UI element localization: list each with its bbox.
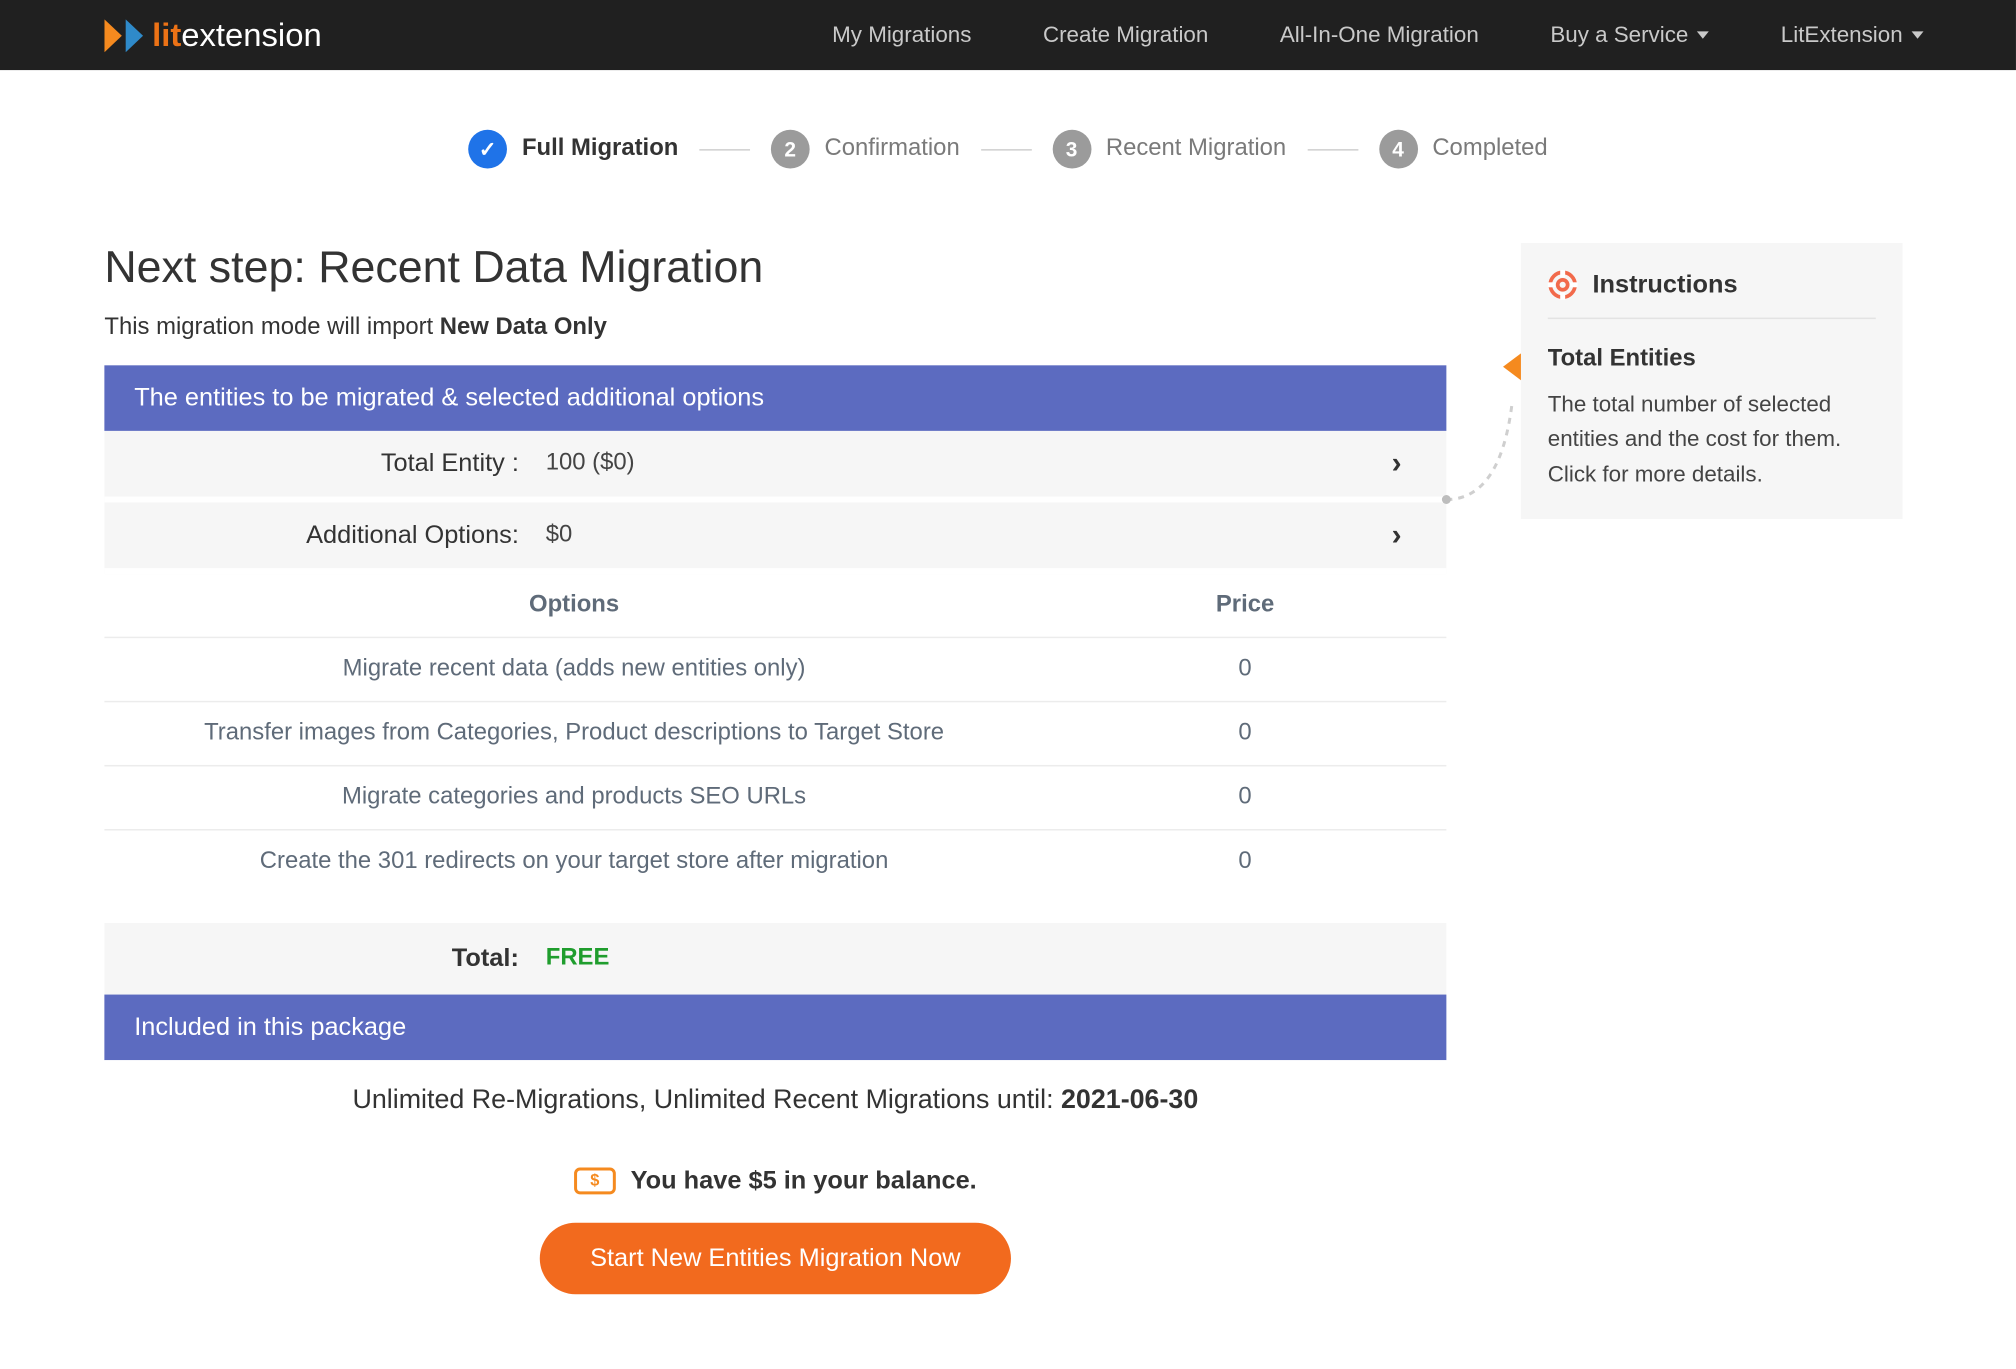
nav-buy-service[interactable]: Buy a Service <box>1518 0 1742 70</box>
logo-text-lit: lit <box>152 16 181 55</box>
add-options-label: Additional Options: <box>131 520 519 550</box>
instructions-heading-row: Instructions <box>1548 270 1876 319</box>
step-label: Full Migration <box>522 136 678 163</box>
entities-header: The entities to be migrated & selected a… <box>104 365 1446 431</box>
chevron-down-icon <box>1697 31 1709 38</box>
option-price: 0 <box>1044 784 1447 811</box>
instructions-subheading: Total Entities <box>1548 346 1876 373</box>
stepper: ✓ Full Migration 2 Confirmation 3 Recent… <box>104 130 1911 169</box>
option-text: Transfer images from Categories, Product… <box>104 720 1043 747</box>
lifebuoy-icon <box>1548 270 1578 300</box>
nav-label: Buy a Service <box>1550 22 1688 47</box>
option-text: Create the 301 redirects on your target … <box>104 848 1043 875</box>
option-row: Migrate recent data (adds new entities o… <box>104 638 1446 702</box>
nav-label: Create Migration <box>1043 22 1208 47</box>
nav-label: My Migrations <box>832 22 971 47</box>
package-line-date: 2021-06-30 <box>1061 1084 1198 1114</box>
total-value: FREE <box>519 945 609 972</box>
step-separator <box>699 148 750 149</box>
options-header: Options <box>104 592 1043 619</box>
option-price: 0 <box>1044 720 1447 747</box>
total-label: Total: <box>131 944 519 974</box>
package-line: Unlimited Re-Migrations, Unlimited Recen… <box>104 1060 1446 1139</box>
instructions-text: The total number of selected entities an… <box>1548 388 1876 492</box>
nav-label: All-In-One Migration <box>1280 22 1479 47</box>
nav-create-migration[interactable]: Create Migration <box>1010 0 1241 70</box>
nav-label: LitExtension <box>1781 22 1903 47</box>
option-row: Transfer images from Categories, Product… <box>104 702 1446 766</box>
instructions-heading: Instructions <box>1592 270 1737 300</box>
topnav: My Migrations Create Migration All-In-On… <box>799 0 2016 70</box>
step-label: Completed <box>1432 136 1547 163</box>
nav-my-migrations[interactable]: My Migrations <box>799 0 1004 70</box>
topbar: litextension My Migrations Create Migrat… <box>0 0 2016 70</box>
start-migration-button[interactable]: Start New Entities Migration Now <box>539 1223 1011 1295</box>
step-number: 3 <box>1052 130 1091 169</box>
nav-litextension[interactable]: LitExtension <box>1748 0 1956 70</box>
package-line-text: Unlimited Re-Migrations, Unlimited Recen… <box>352 1084 1061 1114</box>
price-header: Price <box>1044 592 1447 619</box>
option-row: Create the 301 redirects on your target … <box>104 831 1446 894</box>
step-number: 4 <box>1379 130 1418 169</box>
step-label: Confirmation <box>824 136 959 163</box>
total-row: Total: FREE <box>104 923 1446 995</box>
option-text: Migrate recent data (adds new entities o… <box>104 656 1043 683</box>
step-recent-migration[interactable]: 3 Recent Migration <box>1052 130 1286 169</box>
subtitle-text: This migration mode will import <box>104 315 439 340</box>
option-header-row: Options Price <box>104 574 1446 638</box>
total-entity-value: 100 ($0) <box>519 450 635 477</box>
additional-options-row[interactable]: Additional Options: $0 › <box>104 503 1446 575</box>
main-column: Next step: Recent Data Migration This mi… <box>104 243 1446 1324</box>
chevron-right-icon: › <box>1392 518 1402 552</box>
step-completed[interactable]: 4 Completed <box>1379 130 1548 169</box>
package-header: Included in this package <box>104 995 1446 1061</box>
step-label: Recent Migration <box>1106 136 1286 163</box>
page-title: Next step: Recent Data Migration <box>104 243 1446 294</box>
option-row: Migrate categories and products SEO URLs… <box>104 766 1446 830</box>
logo[interactable]: litextension <box>104 16 321 55</box>
balance-row: $ You have $5 in your balance. <box>104 1139 1446 1211</box>
option-text: Migrate categories and products SEO URLs <box>104 784 1043 811</box>
check-icon: ✓ <box>468 130 507 169</box>
arrow-left-icon <box>1503 353 1521 380</box>
logo-text-ext: extension <box>181 16 321 55</box>
chevron-down-icon <box>1912 31 1924 38</box>
money-icon: $ <box>574 1168 616 1195</box>
logo-text: litextension <box>152 16 322 55</box>
balance-text: You have $5 in your balance. <box>631 1166 977 1196</box>
add-options-value: $0 <box>519 522 572 549</box>
chevron-right-icon: › <box>1392 447 1402 481</box>
option-price: 0 <box>1044 656 1447 683</box>
subtitle-bold: New Data Only <box>440 315 607 340</box>
instructions-panel: Instructions Total Entities The total nu… <box>1521 243 1903 518</box>
logo-icon <box>104 19 143 52</box>
page-subtitle: This migration mode will import New Data… <box>104 315 1446 342</box>
step-full-migration[interactable]: ✓ Full Migration <box>468 130 678 169</box>
total-entity-row[interactable]: Total Entity : 100 ($0) › <box>104 431 1446 503</box>
option-price: 0 <box>1044 848 1447 875</box>
step-separator <box>981 148 1032 149</box>
total-entity-label: Total Entity : <box>131 449 519 479</box>
step-number: 2 <box>771 130 810 169</box>
step-confirmation[interactable]: 2 Confirmation <box>771 130 960 169</box>
step-separator <box>1307 148 1358 149</box>
nav-all-in-one[interactable]: All-In-One Migration <box>1247 0 1512 70</box>
